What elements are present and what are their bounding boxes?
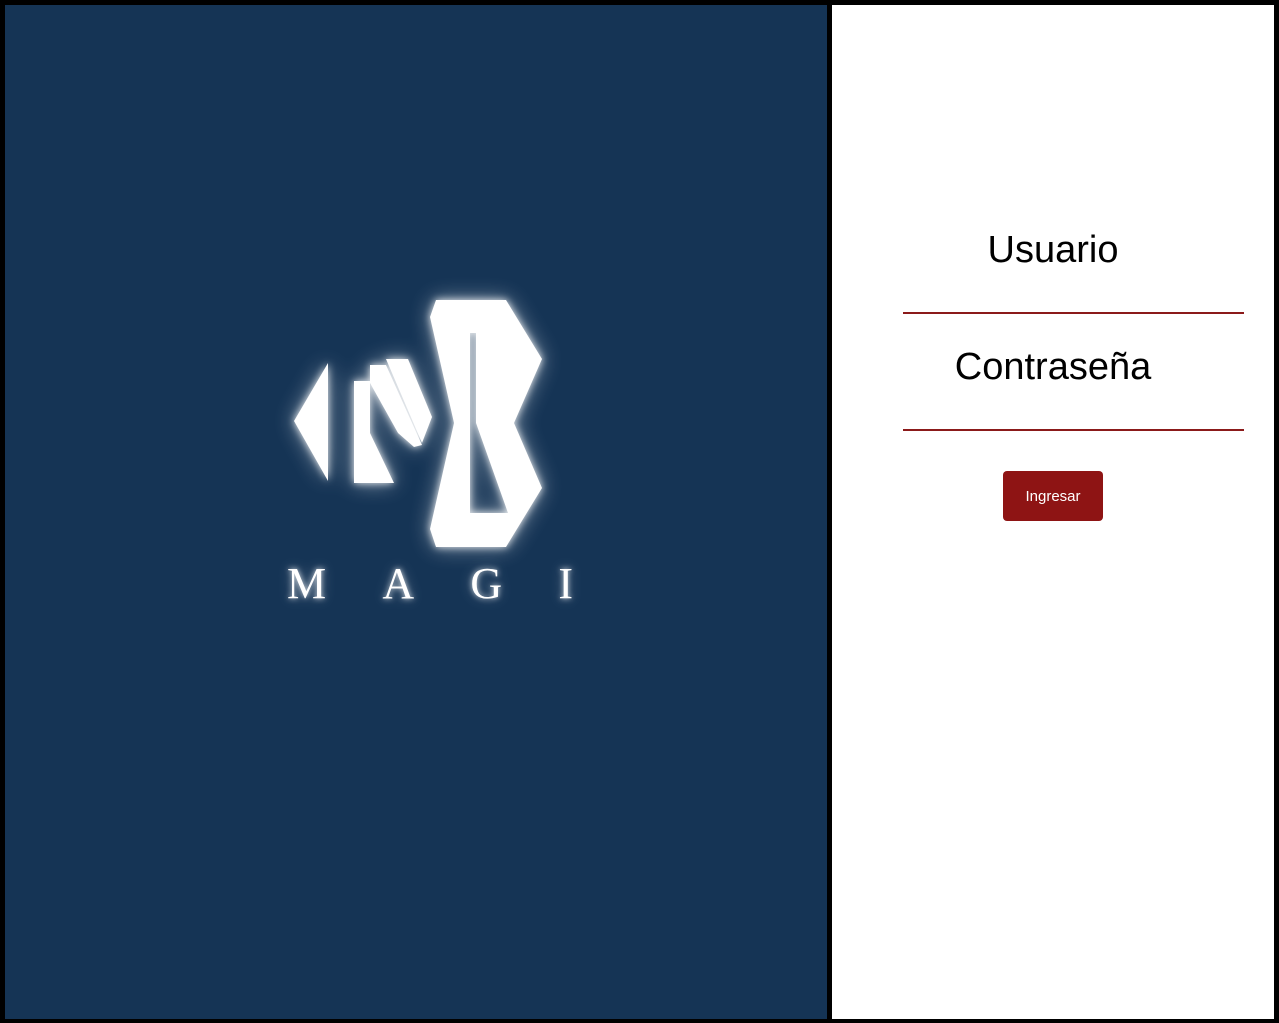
password-label: Contraseña (954, 346, 1152, 388)
login-button[interactable]: Ingresar (1003, 471, 1103, 521)
brand-letter-i: I (558, 558, 573, 608)
brand-letter-g: G (470, 558, 503, 608)
login-panel: Usuario Contraseña Ingresar (832, 5, 1274, 1019)
logo-right-frame-shape (430, 300, 542, 547)
brand-letter-m: M (287, 558, 327, 608)
brand-letter-a: A (382, 558, 415, 608)
username-label: Usuario (987, 229, 1119, 271)
page-frame: M A G I Usuario Contraseña Ingresar (0, 0, 1279, 1023)
brand-name: M A G I (287, 553, 587, 613)
logo-left-chevron-shape (294, 363, 328, 481)
magi-monogram-icon (294, 300, 542, 547)
password-input[interactable] (903, 391, 1244, 431)
username-input[interactable] (903, 274, 1244, 314)
brand-panel: M A G I (5, 5, 827, 1019)
